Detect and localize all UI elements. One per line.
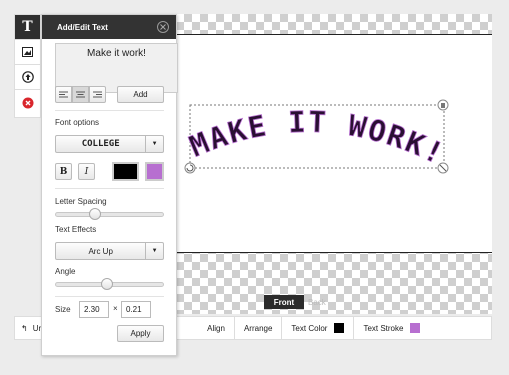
align-right-icon — [93, 91, 102, 98]
panel-header: Add/Edit Text — [42, 15, 176, 39]
text-effects-label: Text Effects — [55, 225, 97, 234]
font-select[interactable]: COLLEGE ▼ — [55, 135, 164, 153]
divider — [55, 110, 164, 111]
divider — [55, 188, 164, 189]
upload-button[interactable] — [15, 65, 40, 90]
undo-label: Ur — [32, 323, 42, 333]
letter-spacing-label: Letter Spacing — [55, 197, 107, 206]
italic-label: I — [84, 166, 89, 177]
close-icon[interactable] — [157, 21, 169, 33]
resize-icon[interactable] — [437, 162, 449, 174]
text-color-swatch — [334, 323, 345, 333]
font-select-value: COLLEGE — [81, 139, 120, 149]
upload-icon — [21, 71, 34, 83]
tool-strip: T — [14, 14, 41, 118]
image-tool-icon — [22, 47, 33, 57]
align-center-icon — [76, 91, 85, 98]
font-options-label: Font options — [55, 118, 100, 127]
size-times-sign: × — [113, 304, 118, 313]
text-stroke-swatch — [410, 323, 421, 333]
text-effect-select[interactable]: Arc Up ▼ — [55, 242, 164, 260]
text-color-picker[interactable] — [112, 162, 139, 181]
stroke-color-picker[interactable] — [145, 162, 164, 181]
dropdown-arrow-icon: ▼ — [151, 248, 158, 254]
letter-spacing-slider-handle[interactable] — [89, 208, 102, 220]
front-button[interactable]: Front — [264, 295, 304, 309]
text-stroke-button[interactable]: Text Stroke — [354, 317, 429, 339]
rotate-icon[interactable] — [184, 162, 196, 174]
text-color-label: Text Color — [291, 323, 328, 333]
size-label: Size — [55, 305, 71, 314]
arrange-label: Arrange — [243, 323, 273, 333]
text-tool-button[interactable]: T — [15, 15, 40, 40]
align-button[interactable]: Align — [198, 317, 235, 339]
add-button[interactable]: Add — [117, 86, 164, 103]
arrange-button[interactable]: Arrange — [235, 317, 283, 339]
size-width-input[interactable]: 2.30 — [79, 301, 109, 318]
letter-spacing-slider[interactable] — [55, 212, 164, 217]
undo-icon: ↰ — [21, 323, 28, 333]
align-label: Align — [207, 323, 225, 333]
angle-slider-handle[interactable] — [101, 278, 114, 290]
size-height-input[interactable]: 0.21 — [121, 301, 151, 318]
design-canvas[interactable]: MAKE IT WORK! — [176, 34, 492, 253]
art-text[interactable]: MAKE IT WORK! — [184, 104, 451, 172]
text-tool-icon: T — [22, 19, 33, 35]
art-text-layer: MAKE IT WORK! — [184, 99, 451, 174]
image-tool-button[interactable] — [15, 40, 40, 65]
text-color-button[interactable]: Text Color — [282, 317, 355, 339]
bold-label: B — [59, 166, 68, 177]
trash-icon[interactable] — [437, 99, 449, 111]
apply-button[interactable]: Apply — [117, 325, 164, 342]
dropdown-arrow-icon: ▼ — [151, 141, 158, 147]
align-center-button[interactable] — [72, 86, 89, 103]
back-button[interactable]: Back — [308, 295, 334, 309]
align-left-button[interactable] — [55, 86, 72, 103]
text-effect-value: Arc Up — [88, 246, 113, 256]
delete-button[interactable] — [15, 90, 40, 115]
align-right-button[interactable] — [89, 86, 106, 103]
align-left-icon — [59, 91, 68, 98]
angle-label: Angle — [55, 267, 76, 276]
text-stroke-label: Text Stroke — [363, 323, 404, 333]
add-edit-text-panel: Add/Edit Text Make it work! Add Font opt… — [41, 14, 178, 356]
italic-button[interactable]: I — [78, 163, 95, 180]
delete-icon — [22, 97, 33, 108]
bold-button[interactable]: B — [55, 163, 72, 180]
panel-title: Add/Edit Text — [57, 22, 108, 32]
divider — [55, 296, 164, 297]
